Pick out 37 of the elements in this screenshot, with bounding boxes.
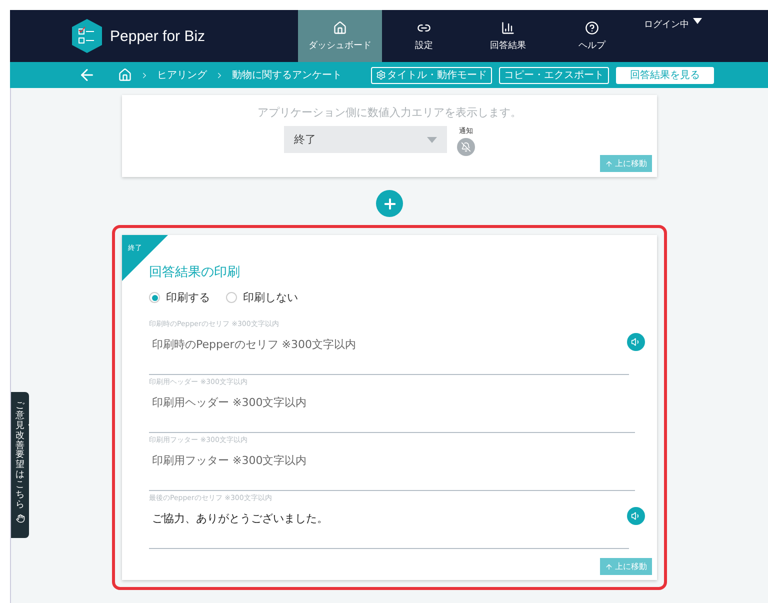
arrow-up-icon xyxy=(605,160,613,168)
chevron-icon xyxy=(215,70,224,80)
description-text: アプリケーション側に数値入力エリアを表示します。 xyxy=(258,105,522,120)
help-icon xyxy=(585,20,599,34)
nav-tab[interactable]: 設定 xyxy=(382,10,466,62)
nav-tab[interactable]: ダッシュボード xyxy=(298,10,382,62)
speaker-button[interactable] xyxy=(627,333,645,351)
feedback-tab[interactable]: ご意見・改善要望はこちら xyxy=(11,392,29,538)
home-icon xyxy=(333,20,347,34)
speaker-icon xyxy=(631,337,641,347)
hand-icon xyxy=(16,514,24,523)
radio-option[interactable]: 印刷する xyxy=(149,290,210,305)
chart-icon xyxy=(501,20,515,34)
text-field[interactable]: 印刷用フッター ※300文字以内 xyxy=(149,445,635,491)
notify-toggle[interactable] xyxy=(457,138,475,156)
logo-icon xyxy=(72,19,102,53)
user-menu[interactable]: ログイン中 xyxy=(634,10,702,62)
arrow-up-icon xyxy=(605,562,613,570)
bell-off-icon xyxy=(461,142,471,152)
card-title: 回答結果の印刷 xyxy=(149,264,241,281)
chevron-icon xyxy=(140,70,149,80)
caret-icon xyxy=(427,136,437,142)
text-field[interactable]: 印刷用ヘッダー ※300文字以内 xyxy=(149,387,635,433)
add-button[interactable] xyxy=(376,190,403,217)
text-field[interactable]: 印刷時のPepperのセリフ ※300文字以内 xyxy=(149,329,629,375)
caret-icon xyxy=(693,18,702,25)
nav-tab[interactable]: 回答結果 xyxy=(466,10,550,62)
nav-tab[interactable]: ヘルプ xyxy=(550,10,634,62)
text-field[interactable]: ご協力、ありがとうございました。 xyxy=(149,503,629,549)
radio-option[interactable]: 印刷しない xyxy=(226,290,298,305)
dropdown-select[interactable]: 終了 xyxy=(284,126,447,153)
speaker-button[interactable] xyxy=(627,507,645,525)
home-icon[interactable] xyxy=(118,68,132,82)
app-logo-text: Pepper for Biz xyxy=(110,28,206,44)
gear-icon xyxy=(376,70,386,80)
plus-icon xyxy=(382,196,398,212)
speaker-icon xyxy=(631,511,641,521)
